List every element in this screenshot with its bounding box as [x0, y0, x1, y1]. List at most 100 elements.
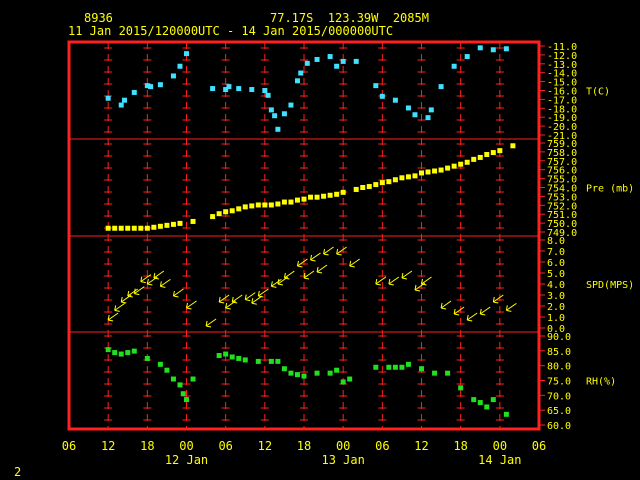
humidity-point: [190, 376, 196, 382]
y-tick-label: 7.0: [547, 247, 565, 258]
humidity-point: [242, 357, 248, 363]
pressure-point: [118, 225, 124, 231]
temperature-point: [405, 105, 411, 111]
temperature-point: [281, 111, 287, 117]
wind-arrow: [270, 278, 282, 288]
pressure-point: [242, 204, 248, 210]
humidity-point: [281, 366, 287, 372]
pressure-point: [125, 225, 131, 231]
pressure-point: [190, 218, 196, 224]
temperature-point: [157, 82, 163, 88]
wind-arrow: [218, 294, 230, 304]
pressure-point: [392, 177, 398, 183]
wind-arrow: [492, 294, 504, 304]
wind-arrow: [296, 258, 308, 268]
pressure-point: [138, 225, 144, 231]
wind-arrow: [114, 302, 125, 312]
temperature-point: [392, 97, 398, 103]
series-pressure: [105, 143, 516, 231]
humidity-point: [392, 364, 398, 370]
pressure-point: [451, 163, 457, 169]
humidity-point: [170, 376, 176, 382]
humidity-point: [399, 364, 405, 370]
temperature-point: [275, 126, 281, 132]
series-temperature: [105, 45, 509, 132]
pressure-point: [360, 185, 366, 190]
x-tick-label: 12: [101, 439, 115, 453]
temperature-point: [265, 92, 271, 98]
pressure-point: [229, 208, 235, 214]
temperature-point: [477, 45, 483, 51]
pressure-point: [510, 143, 516, 149]
wind-arrow: [453, 306, 465, 316]
pressure-point: [379, 180, 385, 186]
pressure-point: [471, 156, 477, 162]
pressure-point: [399, 175, 405, 181]
temperature-point: [373, 83, 379, 89]
y-tick-label: 80.0: [547, 362, 571, 373]
y-tick-label: 60.0: [547, 421, 571, 432]
wind-arrow: [172, 288, 184, 298]
humidity-point: [229, 354, 235, 360]
pressure-point: [216, 211, 222, 217]
wind-arrow: [303, 270, 315, 280]
wind-arrow: [127, 288, 139, 298]
humidity-point: [255, 358, 261, 364]
humidity-point: [445, 370, 451, 376]
humidity-point: [373, 364, 379, 370]
humidity-point: [268, 358, 274, 364]
pressure-point: [419, 170, 424, 176]
pressure-point: [236, 206, 242, 212]
y-tick-label: 3.0: [547, 291, 565, 302]
pressure-point: [497, 148, 503, 154]
y-tick-label: 90.0: [547, 332, 571, 343]
humidity-point: [386, 364, 392, 370]
pressure-point: [170, 221, 176, 227]
humidity-point: [112, 350, 118, 356]
y-tick-label: 6.0: [547, 258, 565, 269]
humidity-point: [347, 376, 353, 382]
pressure-point: [223, 209, 229, 215]
wind-arrow: [440, 300, 452, 310]
wind-arrow: [153, 270, 165, 280]
pressure-point: [281, 199, 287, 205]
pressure-point: [177, 220, 183, 226]
panel-label-humidity: RH(%): [586, 377, 616, 388]
humidity-point: [458, 385, 464, 391]
wind-arrow: [231, 294, 243, 304]
pressure-point: [366, 184, 372, 190]
wind-arrow: [310, 252, 321, 262]
y-tick-label: 4.0: [547, 280, 565, 291]
humidity-point: [275, 358, 281, 364]
x-tick-label: 00: [493, 439, 507, 453]
pressure-point: [157, 223, 163, 229]
pressure-point: [210, 214, 216, 220]
temperature-point: [298, 70, 304, 76]
y-tick-label: 2.0: [547, 302, 565, 313]
temperature-point: [105, 95, 111, 101]
temperature-point: [262, 88, 268, 93]
meteogram-chart: -11.0-12.0-13.0-14.0-15.0-16.0-17.0-18.0…: [62, 40, 634, 467]
temperature-point: [503, 46, 509, 52]
wind-arrow: [479, 306, 491, 316]
temperature-point: [121, 97, 127, 103]
x-tick-label: 18: [140, 439, 154, 453]
humidity-point: [334, 367, 340, 373]
wind-arrow: [251, 295, 263, 305]
temperature-point: [118, 102, 124, 108]
humidity-point: [177, 382, 183, 388]
pressure-point: [262, 202, 268, 208]
pressure-point: [144, 225, 150, 231]
humidity-point: [105, 347, 111, 353]
humidity-point: [118, 351, 124, 357]
pressure-point: [340, 189, 346, 195]
series-wind: [107, 246, 517, 328]
temperature-point: [184, 51, 189, 57]
temperature-point: [340, 58, 346, 64]
temperature-point: [412, 112, 418, 118]
wind-arrow: [421, 276, 432, 286]
temperature-point: [131, 89, 137, 95]
humidity-point: [490, 397, 496, 403]
panel-label-pressure: Pre (mb): [586, 184, 634, 195]
x-tick-label: 00: [336, 439, 350, 453]
